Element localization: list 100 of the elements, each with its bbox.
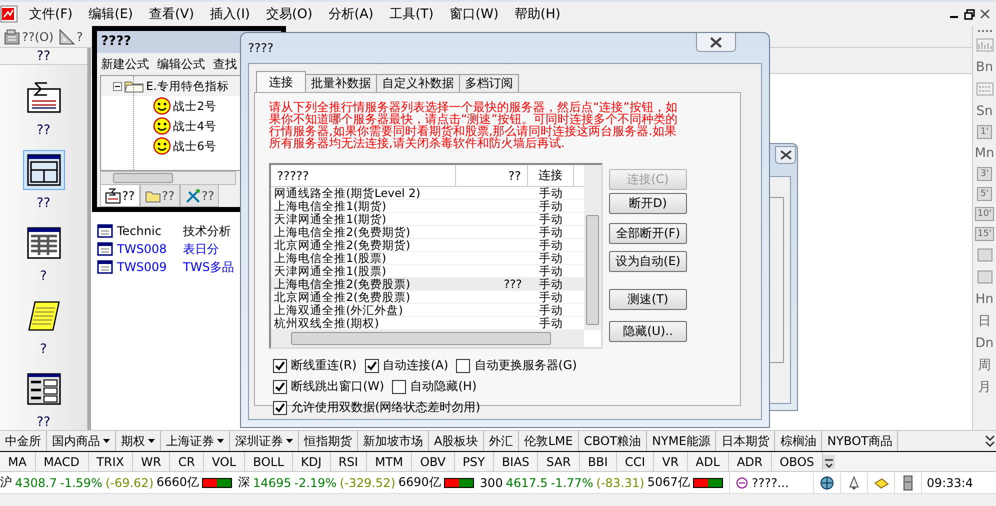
toolbar-button[interactable]: ??(O) [1, 28, 56, 46]
turnover: 6690亿 [398, 474, 441, 491]
dialog-tab[interactable]: 批量补数据 [305, 74, 377, 92]
connect-mode: 手动 [538, 213, 564, 226]
horizontal-scrollbar[interactable] [271, 330, 584, 347]
sidebar-item[interactable]: ? [6, 223, 82, 284]
market-tab[interactable]: 外汇 [484, 431, 520, 451]
market-tab[interactable]: CBOT粮油 [578, 431, 648, 451]
menu-item[interactable]: 窗口(W) [442, 3, 506, 25]
menu-item[interactable]: 新建公式 [101, 56, 149, 72]
column-header[interactable]: ?? [456, 165, 528, 186]
checkbox[interactable] [273, 358, 287, 372]
formula-description: TWS多品 [183, 258, 234, 276]
period-button[interactable]: 3' [977, 167, 992, 181]
period-button[interactable]: 月 [978, 376, 991, 398]
menu-item[interactable]: 插入(I) [203, 3, 258, 25]
server-row[interactable]: 上海电信全推1(股票) 手动 [271, 252, 584, 265]
market-tab[interactable]: 伦敦LME [519, 431, 579, 451]
menu-item[interactable]: 交易(O) [259, 3, 320, 25]
period-button[interactable]: 1' [977, 125, 992, 139]
globe-icon[interactable] [818, 474, 835, 490]
server-row[interactable]: 天津网通全推1(期货) 手动 [271, 213, 584, 226]
server-row[interactable]: 网通线路全推(期货Level 2) 手动 [271, 187, 584, 200]
dialog-tab[interactable]: 自定义补数据 [376, 74, 460, 92]
vertical-scrollbar[interactable] [584, 165, 601, 330]
checkbox[interactable] [364, 358, 379, 372]
close-icon[interactable] [980, 9, 990, 19]
server-row[interactable]: 上海双通全推(外汇外盘) 手动 [271, 304, 584, 317]
dialog-tab[interactable]: 连接 [256, 71, 306, 92]
index-price: 4617.5 [506, 476, 548, 490]
tree-item[interactable]: 战士2号 [173, 98, 216, 114]
column-header[interactable]: ????? [271, 165, 456, 186]
menu-item[interactable]: 编辑(E) [82, 3, 140, 25]
menu-item[interactable]: 帮助(H) [508, 3, 568, 25]
tree-item[interactable]: 战士4号 [173, 118, 216, 134]
period-button[interactable]: 15' [974, 227, 994, 241]
market-tab[interactable]: 国内商品 [47, 431, 116, 451]
dialog-button[interactable]: 隐藏(U).. [609, 321, 687, 342]
menu-item[interactable]: 查找 [213, 56, 237, 72]
scroll-tabs-icon[interactable] [984, 434, 996, 448]
tree-expander-icon[interactable] [113, 82, 122, 90]
period-button[interactable]: Mn [974, 142, 994, 164]
period-button[interactable]: Hn [975, 288, 994, 310]
menu-item[interactable]: 工具(T) [382, 3, 441, 25]
checkbox-label: 自动连接(A) [382, 357, 448, 374]
market-tab[interactable]: 期权 [116, 431, 161, 451]
panel-tab[interactable]: ?? [180, 185, 220, 207]
close-button[interactable] [775, 146, 796, 164]
checkbox[interactable] [392, 380, 406, 394]
menu-item[interactable]: 查看(V) [142, 3, 202, 25]
restore-icon[interactable] [964, 8, 975, 20]
column-header[interactable]: 连接 [528, 165, 574, 186]
checkbox[interactable] [456, 358, 470, 372]
period-button[interactable]: Sn [976, 100, 993, 122]
market-tab[interactable]: 恒指期货 [299, 431, 358, 451]
sidebar-item[interactable]: ? [6, 296, 82, 357]
market-tab[interactable]: 日本期货 [716, 431, 776, 451]
market-tab[interactable]: NYBOT商品 [822, 431, 898, 451]
market-tab[interactable]: 上海证券 [161, 431, 230, 451]
period-button[interactable]: 5' [977, 187, 992, 201]
market-tab[interactable]: 棕榈油 [775, 431, 822, 451]
market-tab[interactable]: 中金所 [0, 431, 47, 451]
tree-item[interactable]: 战士6号 [173, 138, 216, 154]
menu-item[interactable]: 文件(F) [22, 3, 80, 25]
dialog-button[interactable]: 断开D) [609, 193, 687, 214]
dialog-tab[interactable]: 多档订阅 [459, 74, 519, 92]
panel-tab[interactable]: ?? [100, 185, 140, 207]
toolbar-button[interactable]: ? [56, 28, 85, 46]
more-indicators-icon[interactable] [823, 454, 836, 468]
sidebar-item[interactable]: ?? [6, 369, 82, 430]
checkbox[interactable] [273, 380, 287, 394]
dialog-button[interactable]: 测速(T) [609, 289, 687, 310]
notice-text: 请从下列全推行情服务器列表选择一个最快的服务器，然后点“连接”按钮，如果你不知道哪个服务器最快，请点击“测速”按钮。可同时连接多个不同种类的行情服务器,如果你需要同时看期货和股票,那么请同时连接这两台服务器.如果所有服务器均无法连接,请关闭杀毒软件和防火墙后再试. [269, 101, 678, 149]
server-row[interactable]: 北京网通全推2(免费股票) 手动 [271, 291, 584, 304]
dialog-button[interactable]: 全部断开(F) [609, 223, 687, 244]
period-button[interactable]: 日 [978, 310, 991, 332]
connect-mode: 手动 [538, 187, 564, 200]
menu-item[interactable]: 分析(A) [321, 3, 380, 25]
server-row[interactable]: 上海电信全推1(期货) 手动 [271, 200, 584, 213]
market-tab[interactable]: 深圳证券 [230, 431, 299, 451]
sidebar-item[interactable]: ?? [6, 77, 82, 138]
tools-icon [184, 188, 200, 204]
close-button[interactable] [696, 33, 736, 52]
period-button[interactable]: 10' [974, 207, 994, 221]
server-row[interactable]: 上海电信全推2(免费股票) ??? 手动 [271, 278, 584, 291]
market-tab[interactable]: 新加坡市场 [358, 431, 429, 451]
panel-tab[interactable]: ?? [140, 185, 180, 207]
checkbox-label: 断线重连(R) [291, 357, 357, 374]
dialog-button[interactable]: 设为自动(E) [609, 251, 687, 272]
market-tab[interactable]: A股板块 [429, 431, 484, 451]
period-button[interactable]: Dn [975, 332, 994, 354]
sidebar-item[interactable]: ?? [6, 150, 82, 211]
server-row[interactable]: 北京网通全推2(免费期货) 手动 [271, 239, 584, 252]
server-row[interactable]: 上海电信全推2(免费期货) 手动 [271, 226, 584, 239]
checkbox[interactable] [273, 400, 287, 414]
period-button[interactable]: 周 [978, 354, 991, 376]
period-button[interactable]: Bn [976, 56, 994, 78]
horizontal-scrollbar[interactable] [100, 171, 236, 185]
market-tab[interactable]: NYME能源 [647, 431, 716, 451]
menu-item[interactable]: 编辑公式 [157, 56, 205, 72]
